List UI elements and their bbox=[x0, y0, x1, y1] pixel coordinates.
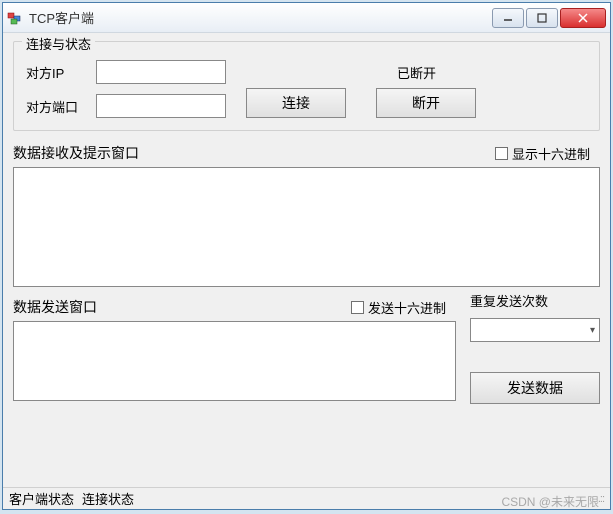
receive-header: 数据接收及提示窗口 显示十六进制 bbox=[13, 143, 600, 163]
app-window: TCP客户端 连接与状态 对方IP bbox=[2, 2, 611, 510]
statusbar: 客户端状态 连接状态 .:: bbox=[3, 487, 610, 509]
window-buttons bbox=[492, 8, 606, 28]
connection-groupbox: 连接与状态 对方IP 对方端口 已断开 连接 断开 bbox=[13, 41, 600, 131]
repeat-count-combobox[interactable]: ▾ bbox=[470, 318, 600, 342]
repeat-send-label: 重复发送次数 bbox=[470, 291, 600, 310]
port-input[interactable] bbox=[96, 94, 226, 118]
close-button[interactable] bbox=[560, 8, 606, 28]
status-connection: 连接状态 bbox=[82, 489, 134, 508]
send-data-button[interactable]: 发送数据 bbox=[470, 372, 600, 404]
send-hex-label: 发送十六进制 bbox=[368, 298, 446, 317]
app-icon bbox=[7, 10, 23, 26]
connect-button[interactable]: 连接 bbox=[246, 88, 346, 118]
connection-group-title: 连接与状态 bbox=[22, 34, 95, 53]
connection-status: 已断开 bbox=[246, 63, 587, 82]
show-hex-label: 显示十六进制 bbox=[512, 144, 590, 163]
send-textarea[interactable] bbox=[13, 321, 456, 401]
ip-input[interactable] bbox=[96, 60, 226, 84]
checkbox-icon bbox=[495, 147, 508, 160]
titlebar: TCP客户端 bbox=[3, 3, 610, 33]
receive-textarea[interactable] bbox=[13, 167, 600, 287]
ip-label: 对方IP bbox=[26, 63, 86, 82]
send-title: 数据发送窗口 bbox=[13, 297, 351, 317]
disconnect-button[interactable]: 断开 bbox=[376, 88, 476, 118]
receive-title: 数据接收及提示窗口 bbox=[13, 143, 495, 163]
window-title: TCP客户端 bbox=[29, 8, 492, 27]
client-area: 连接与状态 对方IP 对方端口 已断开 连接 断开 bbox=[3, 33, 610, 487]
status-client: 客户端状态 bbox=[9, 489, 74, 508]
minimize-button[interactable] bbox=[492, 8, 524, 28]
show-hex-checkbox[interactable]: 显示十六进制 bbox=[495, 144, 590, 163]
send-header: 数据发送窗口 发送十六进制 bbox=[13, 297, 456, 317]
port-label: 对方端口 bbox=[26, 97, 86, 116]
chevron-down-icon: ▾ bbox=[590, 325, 595, 336]
maximize-button[interactable] bbox=[526, 8, 558, 28]
checkbox-icon bbox=[351, 301, 364, 314]
resize-grip-icon[interactable]: .:: bbox=[598, 493, 604, 505]
send-hex-checkbox[interactable]: 发送十六进制 bbox=[351, 298, 446, 317]
